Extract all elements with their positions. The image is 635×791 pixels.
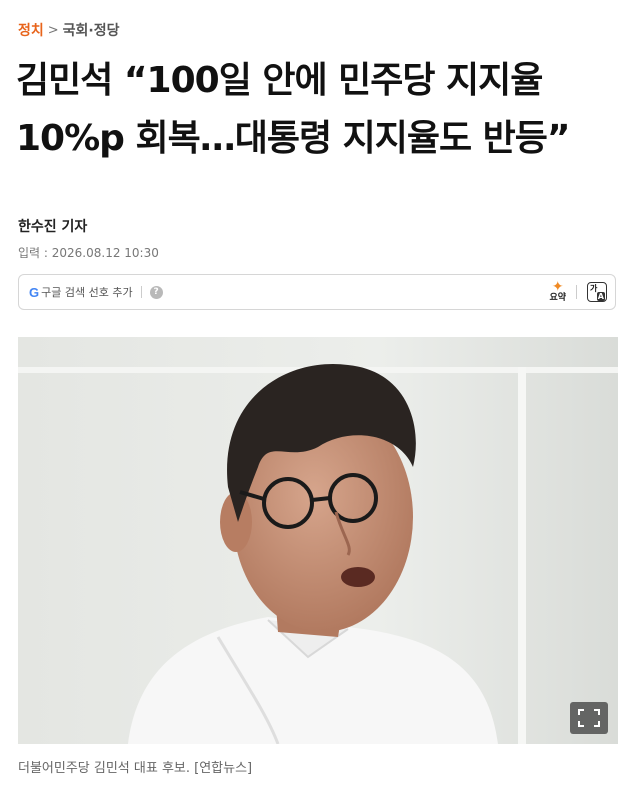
expand-glyph xyxy=(578,709,600,727)
article-toolbar: G 구글 검색 선호 추가 ? ✦ 요약 가 A xyxy=(18,274,616,310)
google-preference-label: 구글 검색 선호 추가 xyxy=(41,286,133,299)
reporter-name[interactable]: 한수진 기자 xyxy=(18,216,87,236)
article-title: 김민석 “100일 안에 민주당 지지율 10%p 회복…대통령 지지율도 반등… xyxy=(16,52,616,168)
publish-date: 입력 : 2026.08.12 10:30 xyxy=(18,246,159,260)
breadcrumb-separator: > xyxy=(47,22,59,38)
breadcrumb: 정치 > 국회·정당 xyxy=(18,20,120,40)
translate-glyph-latin: A xyxy=(596,292,605,301)
google-preference-button[interactable]: G 구글 검색 선호 추가 xyxy=(29,284,133,300)
photo-caption: 더불어민주당 김민석 대표 후보. [연합뉴스] xyxy=(18,761,253,776)
sparkle-icon: ✦ xyxy=(551,279,564,295)
google-g-icon: G xyxy=(29,284,40,300)
photo-illustration xyxy=(18,337,618,744)
article-title-line2: 10%p 회복…대통령 지지율도 반등” xyxy=(16,118,571,159)
translate-icon[interactable]: 가 A xyxy=(587,282,607,302)
toolbar-right-group: ✦ 요약 가 A xyxy=(549,279,607,303)
summary-button[interactable]: ✦ 요약 xyxy=(549,279,566,303)
breadcrumb-subsection[interactable]: 국회·정당 xyxy=(63,20,120,40)
summary-label: 요약 xyxy=(549,293,566,303)
fullscreen-expand-icon[interactable] xyxy=(570,702,608,734)
toolbar-divider xyxy=(576,285,577,299)
question-circle-icon[interactable]: ? xyxy=(149,285,163,299)
article-title-line1: 김민석 “100일 안에 민주당 지지율 xyxy=(16,60,543,101)
toolbar-divider xyxy=(140,286,142,298)
article-photo[interactable] xyxy=(18,337,618,744)
breadcrumb-section[interactable]: 정치 xyxy=(18,20,44,40)
